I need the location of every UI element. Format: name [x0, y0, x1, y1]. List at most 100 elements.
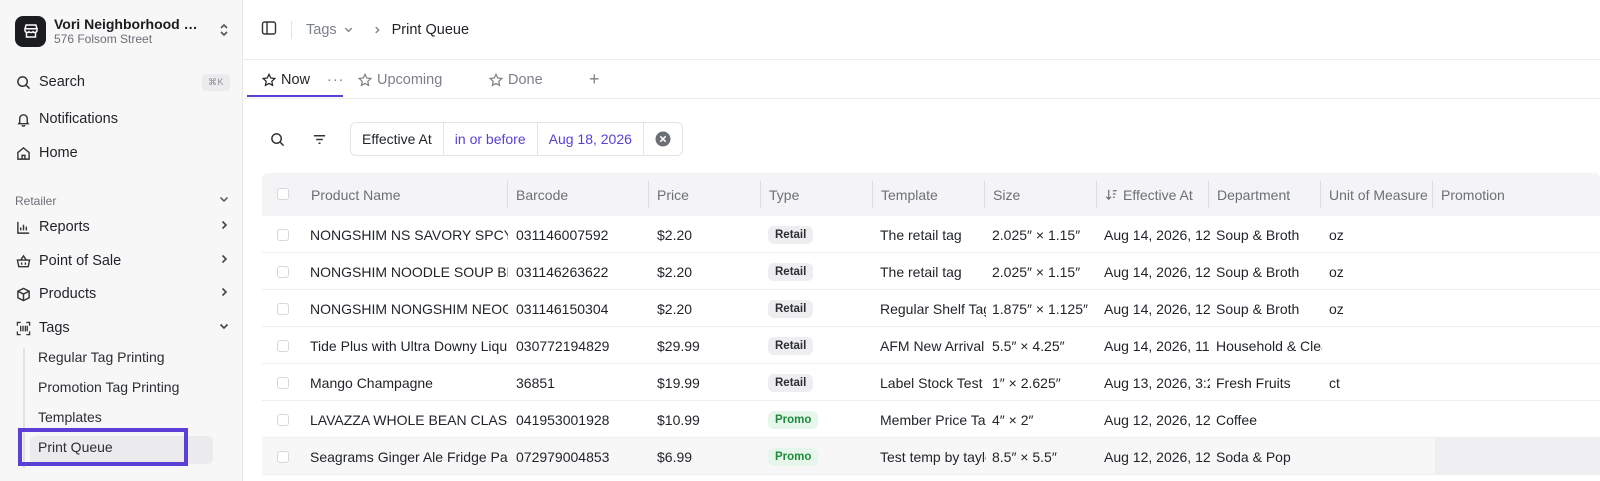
nav-notifications[interactable]: Notifications — [15, 105, 230, 133]
table-row[interactable]: NONGSHIM NS SAVORY SPCY SHRMP 03114600759… — [262, 216, 1600, 253]
row-checkbox[interactable] — [277, 377, 289, 389]
search-icon[interactable] — [262, 124, 292, 154]
type-badge: Retail — [768, 225, 814, 244]
store-icon — [15, 15, 46, 47]
print-queue-table: Product Name Barcode Price Type Template… — [262, 173, 1600, 475]
row-checkbox[interactable] — [277, 266, 289, 278]
row-checkbox[interactable] — [277, 451, 289, 463]
cell-price: $29.99 — [657, 337, 700, 354]
cell-promotion — [1441, 401, 1591, 438]
col-size[interactable]: Size — [993, 173, 1020, 216]
add-tab-button[interactable]: + — [589, 60, 600, 99]
filter-bar: Effective At in or before Aug 18, 2026 — [262, 122, 683, 156]
section-retailer[interactable]: Retailer — [15, 193, 230, 208]
cell-department: Fresh Fruits — [1216, 374, 1291, 391]
star-icon — [262, 72, 276, 87]
tab-upcoming[interactable]: Upcoming — [358, 60, 442, 99]
table-row[interactable]: NONGSHIM NOODLE SOUP BEEF 031146263622 $2.… — [262, 253, 1600, 290]
nav-point-of-sale[interactable]: Point of Sale — [15, 247, 230, 275]
chevron-down-icon — [344, 27, 352, 33]
cell-product-name: NONGSHIM NOODLE SOUP BEEF — [310, 263, 508, 280]
cell-effective-at: Aug 14, 2026, 12:30 — [1104, 263, 1210, 280]
bell-icon — [15, 111, 31, 127]
clear-filter-icon[interactable] — [644, 123, 682, 155]
store-switcher[interactable]: Vori Neighborhood Market 576 Folsom Stre… — [15, 15, 230, 47]
sidebar-toggle-icon[interactable] — [261, 20, 277, 39]
row-checkbox[interactable] — [277, 340, 289, 352]
cell-size: 1″ × 2.625″ — [992, 374, 1061, 391]
nav-search[interactable]: Search ⌘K — [15, 68, 230, 96]
select-all-checkbox[interactable] — [277, 188, 289, 200]
type-badge: Retail — [768, 262, 814, 281]
breadcrumb-tags[interactable]: Tags — [306, 22, 354, 38]
col-product-name[interactable]: Product Name — [311, 173, 400, 216]
cell-template: Member Price Tag — [880, 411, 986, 428]
cell-price: $6.99 — [657, 448, 693, 465]
cell-size: 2.025″ × 1.15″ — [992, 226, 1081, 243]
tab-done-label: Done — [508, 71, 543, 88]
table-row[interactable]: Mango Champagne 36851 $19.99 Retail Label St… — [262, 364, 1600, 401]
cell-promotion — [1441, 327, 1591, 364]
cell-effective-at: Aug 14, 2026, 11:15 — [1104, 337, 1210, 354]
col-template[interactable]: Template — [881, 173, 938, 216]
cell-barcode: 36851 — [516, 374, 555, 391]
sort-descending-icon — [1105, 189, 1117, 200]
col-type[interactable]: Type — [769, 173, 799, 216]
col-unit-of-measure[interactable]: Unit of Measure — [1329, 173, 1428, 216]
table-row[interactable]: Seagrams Ginger Ale Fridge Pack 072979004… — [262, 438, 1600, 475]
nav-products-label: Products — [39, 286, 97, 302]
cell-size: 8.5″ × 5.5″ — [992, 448, 1057, 465]
col-promotion[interactable]: Promotion — [1441, 173, 1505, 216]
col-price[interactable]: Price — [657, 173, 689, 216]
cell-product-name: Seagrams Ginger Ale Fridge Pack — [310, 448, 508, 465]
tab-done[interactable]: Done — [489, 60, 543, 99]
table-row[interactable]: Tide Plus with Ultra Downy Liquid 0307721… — [262, 327, 1600, 364]
tab-more-button[interactable]: ··· — [327, 60, 345, 99]
cell-type: Retail — [768, 253, 868, 290]
nav-regular-tag-printing[interactable]: Regular Tag Printing — [38, 343, 165, 371]
filter-operator[interactable]: in or before — [444, 123, 538, 155]
sidebar: Vori Neighborhood Market 576 Folsom Stre… — [0, 0, 243, 481]
cell-effective-at: Aug 12, 2026, 12:00 — [1104, 411, 1210, 428]
nav-tags[interactable]: Tags — [15, 314, 230, 342]
divider — [291, 20, 292, 39]
nav-promotion-tag-printing[interactable]: Promotion Tag Printing — [38, 373, 179, 401]
cell-unit: oz — [1329, 300, 1344, 317]
col-effective-at[interactable]: Effective At — [1105, 173, 1193, 216]
row-checkbox[interactable] — [277, 414, 289, 426]
cell-size: 5.5″ × 4.25″ — [992, 337, 1065, 354]
cell-price: $19.99 — [657, 374, 700, 391]
table-row[interactable]: LAVAZZA WHOLE BEAN CLASSICO 041953001928 $… — [262, 401, 1600, 438]
nav-reports[interactable]: Reports — [15, 213, 230, 241]
nav-products[interactable]: Products — [15, 280, 230, 308]
nav-home[interactable]: Home — [15, 139, 230, 167]
column-divider — [1096, 181, 1097, 208]
cell-type: Retail — [768, 364, 868, 401]
column-divider — [1432, 181, 1433, 208]
nav-pos-label: Point of Sale — [39, 253, 122, 269]
col-barcode[interactable]: Barcode — [516, 173, 568, 216]
type-badge: Retail — [768, 299, 814, 318]
cell-size: 2.025″ × 1.15″ — [992, 263, 1081, 280]
cell-unit: oz — [1329, 226, 1344, 243]
cell-template: The retail tag — [880, 263, 962, 280]
active-tab-indicator — [247, 95, 343, 97]
filter-icon[interactable] — [304, 124, 334, 154]
filter-value[interactable]: Aug 18, 2026 — [538, 123, 644, 155]
row-checkbox[interactable] — [277, 229, 289, 241]
table-row[interactable]: NONGSHIM NONGSHIM NEOGURI 031146150304 $2.… — [262, 290, 1600, 327]
cell-promotion — [1441, 216, 1591, 253]
cell-effective-at: Aug 14, 2026, 12:30 — [1104, 226, 1210, 243]
cell-template: Test temp by taylor — [880, 448, 986, 465]
chevron-down-icon — [218, 193, 230, 208]
tab-now[interactable]: Now — [262, 60, 310, 99]
filter-field[interactable]: Effective At — [351, 123, 444, 155]
cell-size: 1.875″ × 1.125″ — [992, 300, 1088, 317]
table-body: NONGSHIM NS SAVORY SPCY SHRMP 03114600759… — [262, 216, 1600, 475]
nav-templates[interactable]: Templates — [38, 403, 102, 431]
breadcrumb-separator-icon — [372, 22, 382, 38]
row-checkbox[interactable] — [277, 303, 289, 315]
filter-chip[interactable]: Effective At in or before Aug 18, 2026 — [350, 122, 683, 156]
col-department[interactable]: Department — [1217, 173, 1290, 216]
search-shortcut: ⌘K — [201, 73, 230, 91]
